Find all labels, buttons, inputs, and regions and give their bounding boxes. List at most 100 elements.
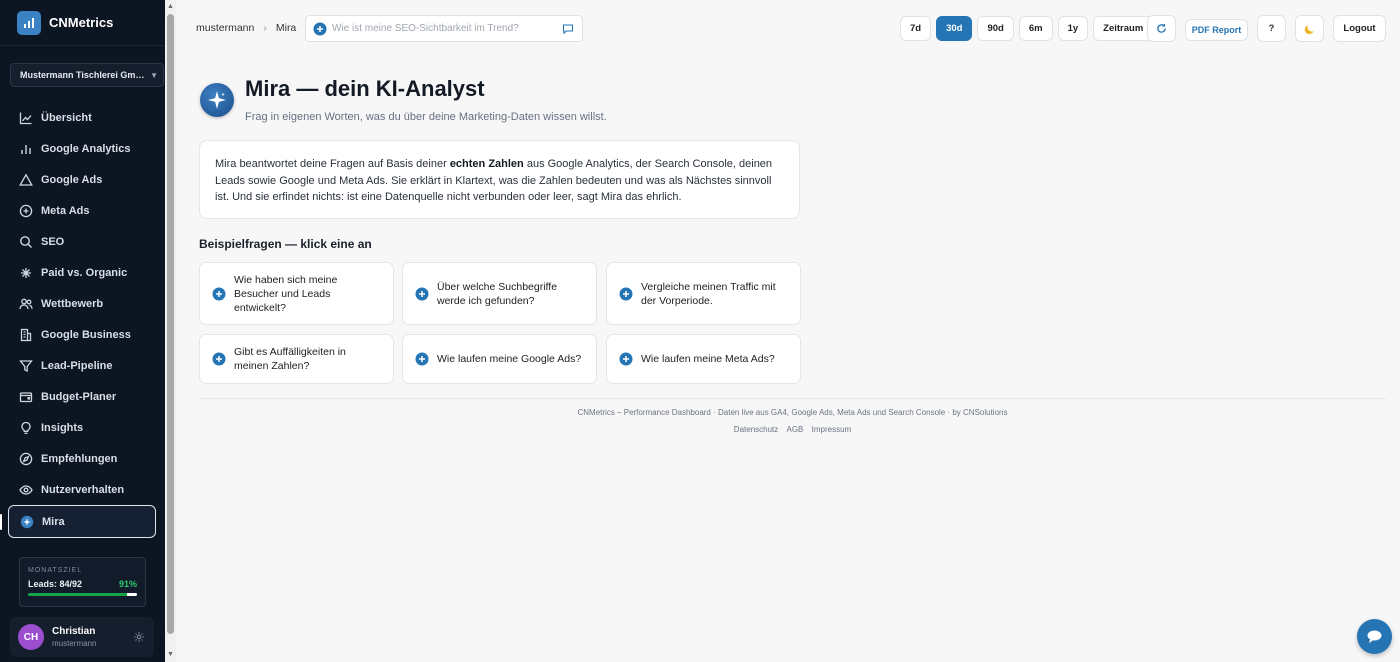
sidebar-item-label: Empfehlungen: [41, 452, 118, 465]
sidebar-item-label: Wettbewerb: [41, 297, 104, 310]
example-question-text: Wie laufen meine Meta Ads?: [641, 353, 775, 365]
pdf-report-button[interactable]: PDF Report: [1185, 19, 1248, 41]
brand[interactable]: CNMetrics: [0, 0, 165, 46]
intro-card: Mira beantwortet deine Fragen auf Basis …: [199, 140, 800, 219]
period-7d-button[interactable]: 7d: [900, 16, 932, 41]
logout-button[interactable]: Logout: [1333, 15, 1386, 42]
caret-down-icon: ▼: [150, 70, 158, 80]
chat-fab-button[interactable]: [1357, 619, 1392, 654]
period-selector: 7d 30d 90d 6m 1y Zeitraum: [900, 16, 1158, 41]
sidebar-item-insights[interactable]: Insights: [0, 412, 165, 443]
sidebar-item-seo[interactable]: SEO: [0, 226, 165, 257]
chat-bubble-icon: [1367, 630, 1382, 643]
chat-bubble-icon[interactable]: [562, 23, 574, 35]
user-username: mustermann: [52, 639, 97, 648]
avatar: CH: [18, 624, 44, 650]
example-question-card[interactable]: Vergleiche meinen Traffic mit der Vorper…: [606, 262, 801, 325]
intro-text-bold: echten Zahlen: [449, 158, 524, 170]
circle-plus-icon: [19, 204, 33, 217]
sidebar-item-google-business[interactable]: Google Business: [0, 319, 165, 350]
period-custom-button[interactable]: Zeitraum: [1093, 16, 1154, 41]
sidebar-item-label: Google Business: [41, 328, 131, 341]
footer-link-impressum[interactable]: Impressum: [812, 425, 852, 434]
example-question-card[interactable]: Über welche Suchbegriffe werde ich gefun…: [402, 262, 597, 325]
period-1y-button[interactable]: 1y: [1057, 16, 1089, 41]
example-question-card[interactable]: Gibt es Auffälligkeiten in meinen Zahlen…: [199, 334, 394, 384]
sidebar-item-label: Google Analytics: [41, 142, 131, 155]
footer-text: CNMetrics – Performance Dashboard · Date…: [577, 408, 1008, 417]
company-name: Mustermann Tischlerei Gmb...: [20, 70, 147, 80]
sidebar-item-label: Meta Ads: [41, 204, 90, 217]
plus-circle-icon: [212, 352, 226, 366]
page-title: Mira — dein KI-Analyst: [245, 76, 485, 101]
breadcrumb: mustermann › Mira: [196, 22, 296, 34]
plus-circle-icon: [415, 352, 429, 366]
example-question-text: Über welche Suchbegriffe werde ich gefun…: [437, 280, 558, 307]
brand-name: CNMetrics: [49, 15, 114, 30]
sidebar-nav: Übersicht Google Analytics Google Ads Me…: [0, 102, 165, 538]
sidebar-item-google-analytics[interactable]: Google Analytics: [0, 133, 165, 164]
ask-mira-input[interactable]: [332, 23, 562, 34]
example-question-card[interactable]: Wie haben sich meine Besucher und Leads …: [199, 262, 394, 325]
user-name: Christian: [52, 626, 96, 637]
plus-circle-icon: [415, 287, 429, 300]
sidebar-item-label: Übersicht: [41, 111, 92, 124]
sidebar-item-budget-planer[interactable]: Budget-Planer: [0, 381, 165, 412]
refresh-button[interactable]: [1147, 15, 1176, 42]
dark-mode-toggle[interactable]: [1295, 15, 1324, 42]
footer-link-datenschutz[interactable]: Datenschutz: [734, 425, 778, 434]
sidebar-item-nutzerverhalten[interactable]: Nutzerverhalten: [0, 474, 165, 505]
sidebar-item-empfehlungen[interactable]: Empfehlungen: [0, 443, 165, 474]
footer-divider: [199, 398, 1386, 399]
sidebar-item-uebersicht[interactable]: Übersicht: [0, 102, 165, 133]
footer-link-agb[interactable]: AGB: [787, 425, 804, 434]
user-card[interactable]: CH Christian mustermann: [10, 617, 154, 657]
example-question-text: Gibt es Auffälligkeiten in meinen Zahlen…: [234, 346, 346, 372]
plus-circle-icon: [619, 287, 633, 300]
sidebar-item-mira[interactable]: Mira: [0, 505, 156, 538]
scroll-up-arrow-icon[interactable]: ▲: [165, 2, 176, 12]
sidebar-item-label: Lead-Pipeline: [41, 359, 113, 372]
moon-icon: [1304, 24, 1313, 34]
eye-icon: [19, 484, 33, 495]
lightbulb-icon: [21, 421, 31, 434]
help-button[interactable]: ?: [1257, 15, 1286, 42]
example-question-card[interactable]: Wie laufen meine Google Ads?: [402, 334, 597, 384]
chevron-right-icon: ›: [263, 22, 267, 34]
sidebar-item-wettbewerb[interactable]: Wettbewerb: [0, 288, 165, 319]
example-question-text: Wie haben sich meine Besucher und Leads …: [234, 273, 338, 314]
line-chart-icon: [19, 112, 32, 124]
ask-mira-bar: [305, 15, 583, 42]
monthly-goal-card: MONATSZIEL Leads: 84/92 91%: [19, 557, 146, 607]
example-question-card[interactable]: Wie laufen meine Meta Ads?: [606, 334, 801, 384]
sidebar-item-lead-pipeline[interactable]: Lead-Pipeline: [0, 350, 165, 381]
sidebar-item-meta-ads[interactable]: Meta Ads: [0, 195, 165, 226]
goal-progress-bar: [28, 593, 137, 596]
breadcrumb-current: Mira: [275, 22, 297, 34]
funnel-icon: [19, 359, 33, 372]
sidebar: CNMetrics Mustermann Tischlerei Gmb... ▼…: [0, 0, 165, 662]
goal-progress-fill: [28, 593, 137, 596]
scroll-down-arrow-icon[interactable]: ▼: [165, 650, 176, 660]
period-6m-button[interactable]: 6m: [1018, 16, 1053, 41]
period-30d-button[interactable]: 30d: [936, 16, 973, 41]
logo-bar-chart-icon: [17, 10, 41, 35]
mira-plus-icon: [313, 22, 327, 35]
page-subtitle: Frag in eigenen Worten, was du über dein…: [245, 111, 607, 123]
wallet-icon: [19, 391, 33, 402]
breadcrumb-user[interactable]: mustermann: [196, 22, 254, 34]
refresh-icon: [1157, 23, 1166, 33]
sidebar-item-google-ads[interactable]: Google Ads: [0, 164, 165, 195]
goal-label: Leads: 84/92: [28, 579, 83, 589]
sidebar-item-label: Mira: [42, 515, 65, 528]
period-90d-button[interactable]: 90d: [977, 16, 1014, 41]
building-icon: [20, 328, 32, 341]
company-select[interactable]: Mustermann Tischlerei Gmb... ▼: [10, 63, 164, 87]
goal-percent: 91%: [118, 579, 137, 589]
scroll-thumb[interactable]: [167, 14, 174, 634]
intro-text-start: Mira beantwortet deine Fragen auf Basis …: [215, 158, 450, 170]
gear-icon[interactable]: [133, 631, 145, 643]
mira-hero-icon: [200, 83, 234, 117]
sidebar-scrollbar[interactable]: ▲ ▼: [165, 0, 176, 662]
sidebar-item-paid-vs-organic[interactable]: Paid vs. Organic: [0, 257, 165, 288]
